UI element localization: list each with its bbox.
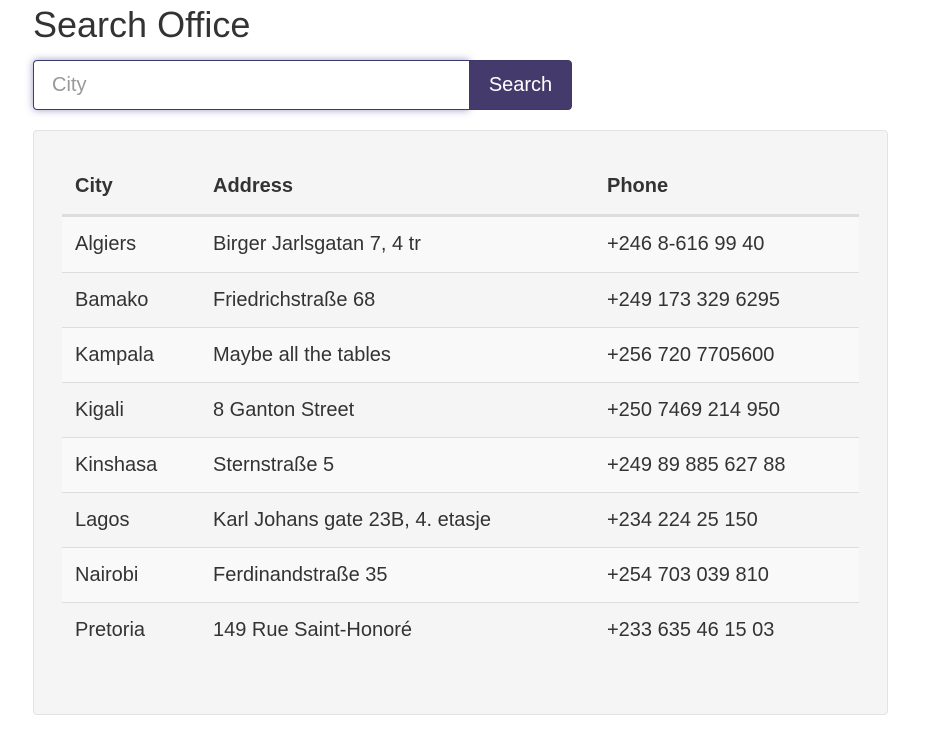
phone-cell: +254 703 039 810 (594, 547, 859, 603)
phone-cell: +249 89 885 627 88 (594, 437, 859, 493)
table-row: Algiers Birger Jarlsgatan 7, 4 tr +246 8… (62, 215, 859, 273)
address-cell: Sternstraße 5 (200, 437, 594, 493)
city-cell: Kigali (62, 382, 200, 438)
office-table: City Address Phone Algiers Birger Jarlsg… (62, 159, 859, 657)
phone-cell: +233 635 46 15 03 (594, 602, 859, 657)
table-body: Algiers Birger Jarlsgatan 7, 4 tr +246 8… (62, 215, 859, 657)
address-cell: Maybe all the tables (200, 327, 594, 383)
city-cell: Bamako (62, 272, 200, 328)
table-row: Kampala Maybe all the tables +256 720 77… (62, 327, 859, 383)
column-header-phone: Phone (594, 159, 859, 217)
address-cell: 149 Rue Saint-Honoré (200, 602, 594, 657)
table-header: City Address Phone (62, 159, 859, 217)
page-title: Search Office (33, 4, 251, 45)
phone-cell: +256 720 7705600 (594, 327, 859, 383)
table-header-row: City Address Phone (62, 159, 859, 217)
column-header-address: Address (200, 159, 594, 217)
city-cell: Kinshasa (62, 437, 200, 493)
search-bar: Search (33, 60, 572, 110)
city-cell: Lagos (62, 492, 200, 548)
phone-cell: +249 173 329 6295 (594, 272, 859, 328)
table-row: Nairobi Ferdinandstraße 35 +254 703 039 … (62, 547, 859, 603)
address-cell: Friedrichstraße 68 (200, 272, 594, 328)
phone-cell: +246 8-616 99 40 (594, 215, 859, 273)
city-cell: Nairobi (62, 547, 200, 603)
phone-cell: +250 7469 214 950 (594, 382, 859, 438)
city-cell: Pretoria (62, 602, 200, 657)
table-row: Kinshasa Sternstraße 5 +249 89 885 627 8… (62, 437, 859, 493)
address-cell: Ferdinandstraße 35 (200, 547, 594, 603)
city-cell: Kampala (62, 327, 200, 383)
address-cell: Karl Johans gate 23B, 4. etasje (200, 492, 594, 548)
table-row: Pretoria 149 Rue Saint-Honoré +233 635 4… (62, 602, 859, 657)
address-cell: Birger Jarlsgatan 7, 4 tr (200, 215, 594, 273)
table-row: Kigali 8 Ganton Street +250 7469 214 950 (62, 382, 859, 438)
city-cell: Algiers (62, 215, 200, 273)
phone-cell: +234 224 25 150 (594, 492, 859, 548)
address-cell: 8 Ganton Street (200, 382, 594, 438)
page: Search Office Search City Address Phone … (0, 0, 941, 754)
city-search-input[interactable] (33, 60, 469, 110)
search-button[interactable]: Search (469, 60, 572, 110)
column-header-city: City (62, 159, 200, 217)
table-row: Lagos Karl Johans gate 23B, 4. etasje +2… (62, 492, 859, 548)
table-row: Bamako Friedrichstraße 68 +249 173 329 6… (62, 272, 859, 328)
results-panel: City Address Phone Algiers Birger Jarlsg… (33, 130, 888, 715)
